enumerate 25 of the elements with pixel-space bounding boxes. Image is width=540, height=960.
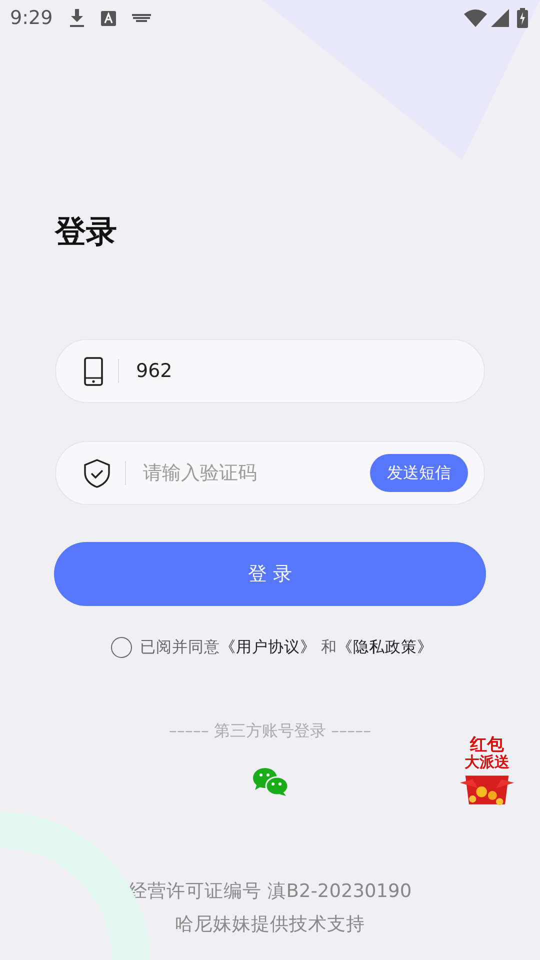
send-sms-button[interactable]: 发送短信 (370, 454, 468, 492)
third-party-heading: ––––– 第三方账号登录 ––––– (168, 720, 372, 742)
shield-check-icon (84, 458, 110, 488)
code-input[interactable]: 请输入验证码 (141, 458, 370, 488)
phone-field[interactable]: 962 (55, 339, 485, 404)
keyboard-letter-icon (100, 10, 116, 26)
battery-charging-icon (517, 8, 528, 28)
agreement-checkbox[interactable] (111, 637, 132, 658)
login-button[interactable]: 登 录 (54, 542, 486, 606)
signal-icon (491, 9, 509, 27)
code-field[interactable]: 请输入验证码 发送短信 (55, 441, 485, 506)
promo-text[interactable]: 红包 (470, 737, 504, 755)
status-time: 9:29 (10, 6, 53, 31)
phone-icon (84, 356, 103, 386)
wifi-icon (464, 9, 487, 27)
phone-input[interactable]: 962 (134, 356, 468, 386)
download-icon (68, 8, 85, 28)
agreement-text: 已阅并同意《用户协议》 和《隐私政策》 (140, 637, 433, 658)
page-title: 登录 (55, 214, 118, 252)
privacy-link[interactable]: 《隐私政策》 (336, 638, 433, 656)
keyboard-icon (132, 13, 151, 23)
wechat-icon[interactable] (252, 767, 288, 798)
footer-text: 哈尼妹妹提供技术支持 (174, 913, 366, 938)
terms-link[interactable]: 《用户协议》 (220, 638, 316, 656)
promo-text[interactable]: 大派送 (464, 754, 510, 771)
